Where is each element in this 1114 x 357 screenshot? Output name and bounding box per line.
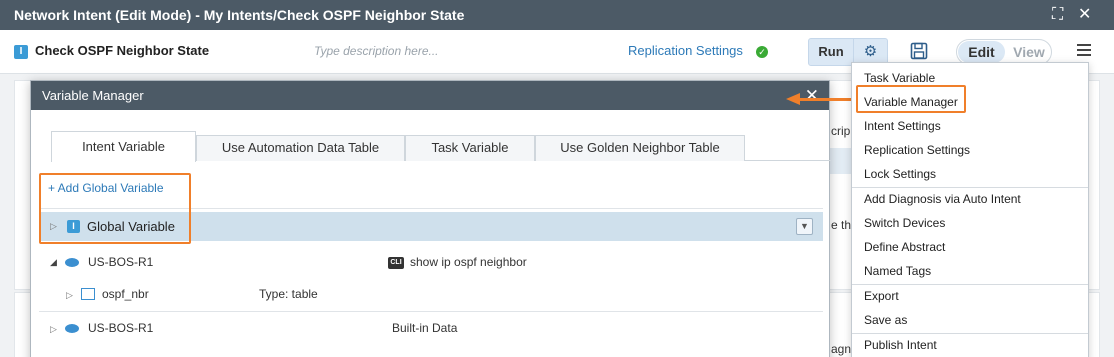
variable-name[interactable]: ospf_nbr: [102, 287, 149, 301]
edit-mode-button[interactable]: Edit: [958, 41, 1005, 63]
intent-name[interactable]: Check OSPF Neighbor State: [35, 43, 209, 58]
divider: [39, 311, 823, 312]
menu-item-define-abstract[interactable]: Define Abstract: [864, 240, 945, 254]
table-icon: [81, 288, 95, 300]
window-title-bar: Network Intent (Edit Mode) - My Intents/…: [0, 0, 1114, 30]
intent-icon: I: [14, 45, 28, 59]
expand-caret-icon[interactable]: ◢: [50, 257, 57, 268]
annotation-arrow: [800, 98, 856, 101]
dialog-header: Variable Manager ✕: [31, 81, 829, 110]
expand-caret-icon[interactable]: ▷: [66, 290, 73, 301]
data-source-label: Built-in Data: [392, 321, 458, 335]
menu-separator: [852, 333, 1088, 334]
canvas-text-fragment: cripl: [831, 124, 854, 138]
canvas-text-fragment: e th: [831, 218, 852, 232]
dropdown-icon[interactable]: ▼: [796, 218, 813, 235]
cli-icon: CLI: [388, 257, 404, 269]
description-input[interactable]: Type description here...: [314, 44, 439, 58]
menu-item-intent-settings[interactable]: Intent Settings: [864, 119, 941, 133]
dialog-close-icon[interactable]: ✕: [805, 81, 819, 110]
tab-use-golden-neighbor-table[interactable]: Use Golden Neighbor Table: [535, 135, 745, 161]
device-name[interactable]: US-BOS-R1: [88, 321, 153, 335]
window-title: Network Intent (Edit Mode) - My Intents/…: [14, 7, 465, 23]
canvas-text-fragment: agn: [831, 342, 852, 356]
hamburger-menu-icon[interactable]: [1077, 44, 1091, 56]
check-circle-icon: ✓: [756, 46, 768, 58]
save-icon[interactable]: [910, 42, 928, 60]
menu-item-named-tags[interactable]: Named Tags: [864, 264, 931, 278]
menu-item-export[interactable]: Export: [864, 289, 899, 303]
tab-task-variable[interactable]: Task Variable: [405, 135, 535, 161]
tab-intent-variable[interactable]: Intent Variable: [51, 131, 196, 162]
close-icon[interactable]: ✕: [1078, 0, 1091, 30]
highlight-box: [856, 85, 966, 113]
menu-item-replication-settings[interactable]: Replication Settings: [864, 143, 970, 157]
menu-separator: [852, 187, 1088, 188]
menu-item-save-as[interactable]: Save as: [864, 313, 907, 327]
menu-item-switch-devices[interactable]: Switch Devices: [864, 216, 945, 230]
expand-caret-icon[interactable]: ▷: [50, 324, 57, 335]
run-button[interactable]: Run: [808, 38, 854, 66]
menu-separator: [852, 284, 1088, 285]
replication-settings-link[interactable]: Replication Settings: [628, 43, 743, 58]
annotation-arrow-head: [786, 93, 800, 105]
tab-use-automation-data-table[interactable]: Use Automation Data Table: [196, 135, 405, 161]
variable-type: Type: table: [259, 287, 318, 301]
dialog-title: Variable Manager: [42, 88, 144, 103]
menu-item-publish-intent[interactable]: Publish Intent: [864, 338, 937, 352]
menu-item-add-diagnosis[interactable]: Add Diagnosis via Auto Intent: [864, 192, 1021, 206]
menu-item-task-variable[interactable]: Task Variable: [864, 71, 935, 85]
view-mode-button[interactable]: View: [1009, 41, 1049, 63]
data-source-label: show ip ospf neighbor: [410, 255, 527, 269]
maximize-icon[interactable]: ⛶: [1052, 0, 1063, 30]
highlight-box: [39, 173, 191, 244]
device-name[interactable]: US-BOS-R1: [88, 255, 153, 269]
menu-item-lock-settings[interactable]: Lock Settings: [864, 167, 936, 181]
canvas-highlight-strip: [830, 148, 852, 174]
variable-tabs: Intent Variable Use Automation Data Tabl…: [51, 131, 831, 162]
device-icon: [65, 258, 79, 267]
device-icon: [65, 324, 79, 333]
